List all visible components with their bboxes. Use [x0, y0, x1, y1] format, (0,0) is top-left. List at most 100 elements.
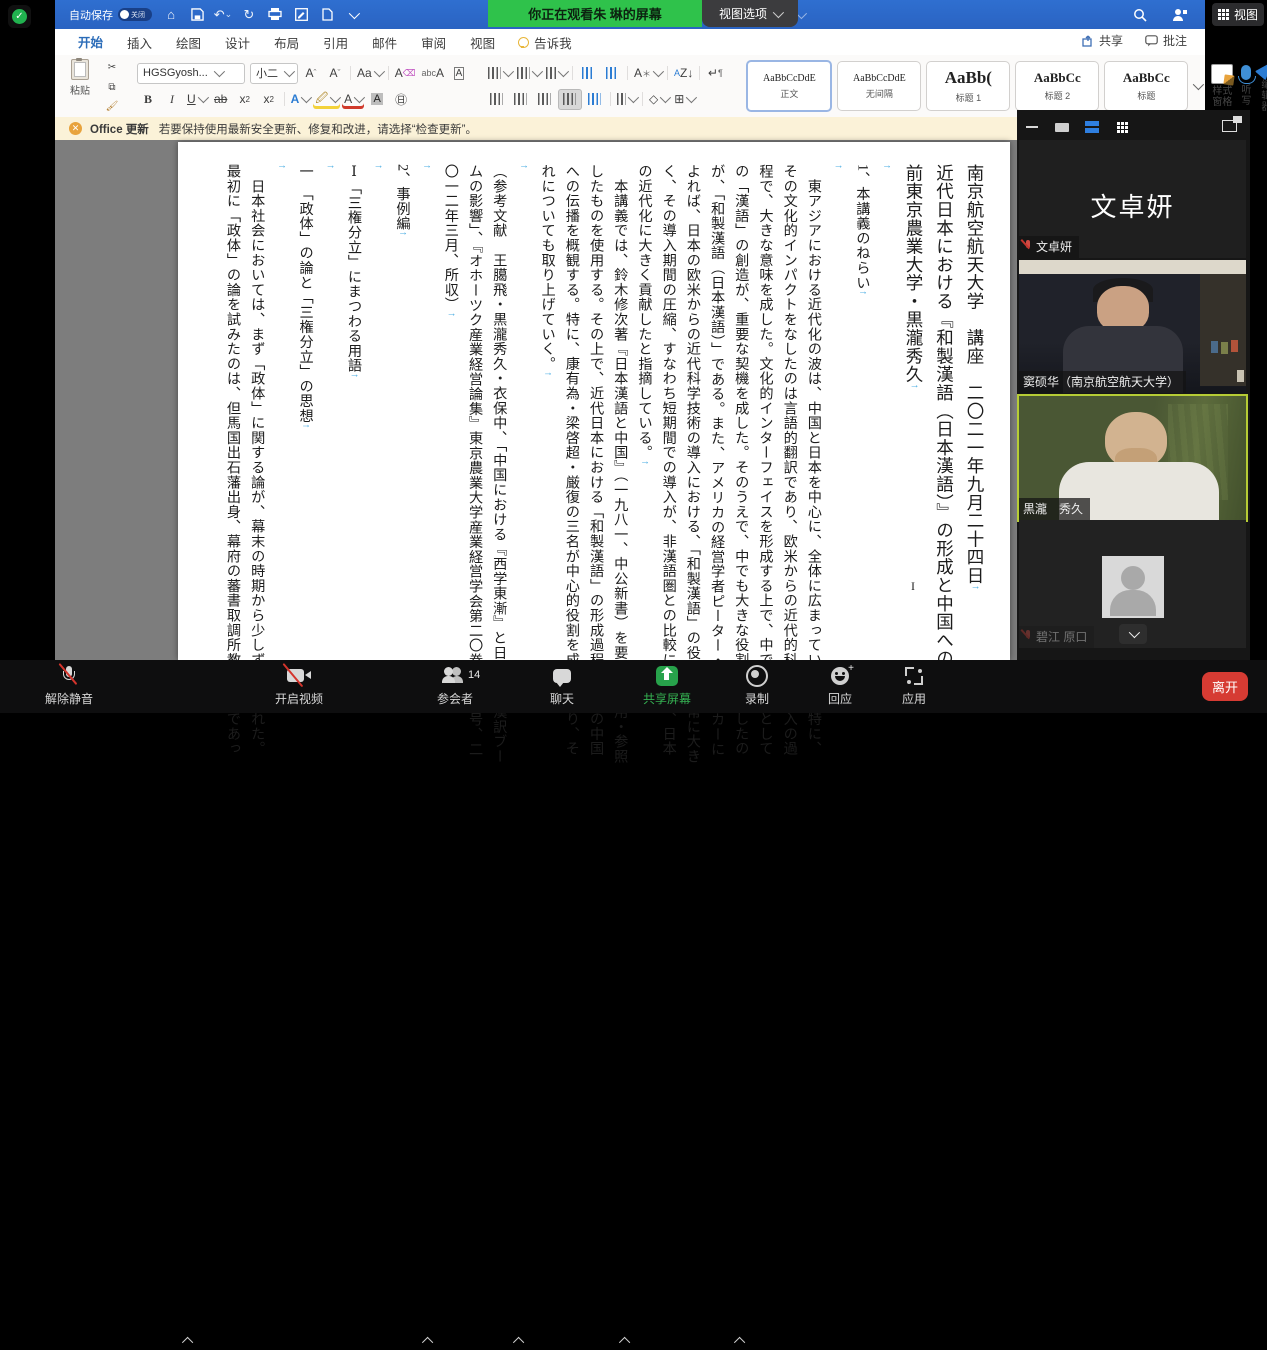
style-heading2[interactable]: AaBbCc标题 2 [1015, 61, 1099, 111]
italic-icon[interactable]: I [161, 90, 183, 109]
clear-format-icon[interactable]: A⌫ [393, 64, 418, 83]
change-case-icon[interactable]: Aa [355, 64, 384, 83]
share-caret[interactable] [737, 1332, 745, 1350]
participants-button[interactable]: 14 参会者 [437, 665, 473, 707]
distribute-icon[interactable] [584, 90, 606, 109]
bullets-icon[interactable] [486, 64, 513, 83]
paragraph-mark-icon: ↑ [301, 423, 312, 428]
phonetic-guide-icon[interactable]: abcA [419, 64, 446, 83]
collapse-strip-button[interactable] [1119, 624, 1147, 644]
participants-caret[interactable] [516, 1332, 524, 1350]
bold-icon[interactable]: B [137, 90, 159, 109]
more-commands-icon[interactable] [343, 6, 363, 24]
align-left-icon[interactable] [486, 90, 508, 109]
search-icon[interactable] [1130, 6, 1150, 24]
shading-icon[interactable]: ◇ [647, 90, 670, 109]
minimize-panel-icon[interactable] [1023, 119, 1041, 135]
multilevel-list-icon[interactable] [544, 64, 568, 83]
print-icon[interactable] [265, 6, 285, 24]
line-spacing-icon[interactable] [615, 90, 638, 109]
strip-view-icon[interactable] [1083, 119, 1101, 135]
editor-button[interactable]: 编辑器 [1259, 55, 1267, 117]
document-page[interactable]: 南京航空航天大学 講座 二〇二一年九月二十四日↑近代日本における『和製漢語（日本… [178, 142, 1010, 660]
underline-icon[interactable]: U [185, 90, 208, 109]
superscript-icon[interactable]: x2 [258, 90, 280, 109]
font-size-select[interactable]: 小二 [250, 63, 298, 84]
decrease-indent-icon[interactable] [577, 64, 599, 83]
justify-icon[interactable] [558, 89, 582, 110]
zoom-view-button[interactable]: 视图 [1212, 3, 1264, 26]
style-normal[interactable]: AaBbCcDdE正文 [746, 60, 832, 112]
sort-icon[interactable]: AZ↓ [672, 64, 695, 83]
text-effects-icon[interactable]: A [289, 90, 312, 109]
chat-button[interactable]: 聊天 [550, 665, 574, 707]
apps-button[interactable]: 应用 [902, 665, 926, 707]
font-name-select[interactable]: HGSGyosh... [137, 63, 245, 84]
grow-font-icon[interactable]: Aˆ [300, 64, 322, 83]
style-title[interactable]: AaBbCc标题 [1104, 61, 1188, 111]
tab-insert[interactable]: 插入 [126, 29, 153, 56]
tab-references[interactable]: 引用 [322, 29, 349, 56]
style-no-spacing[interactable]: AaBbCcDdE无间隔 [837, 61, 921, 111]
record-button[interactable]: 录制 [745, 665, 769, 707]
participant-video[interactable]: 窦硕华（南京航空航天大学） [1019, 260, 1246, 393]
participant-tile[interactable]: 碧江 原口 [1019, 520, 1246, 648]
contact-icon[interactable] [1170, 6, 1190, 24]
dictate-button[interactable]: 听写 [1241, 55, 1251, 117]
style-heading1[interactable]: AaBb(标题 1 [926, 61, 1010, 111]
tab-review[interactable]: 审阅 [420, 29, 447, 56]
cut-icon[interactable]: ✂ [101, 61, 123, 74]
participant-tile[interactable]: 文卓妍 文卓妍 [1019, 140, 1246, 258]
tell-me[interactable]: 告诉我 [518, 33, 572, 52]
shrink-font-icon[interactable]: Aˇ [324, 64, 346, 83]
autosave-toggle[interactable]: 自动保存 关闭 [69, 7, 152, 23]
chat-caret[interactable] [622, 1332, 630, 1350]
gallery-view-icon[interactable] [1113, 119, 1131, 135]
save-icon[interactable] [187, 6, 207, 24]
highlight-icon[interactable]: 🖉︎ [313, 90, 340, 109]
show-marks-icon[interactable]: ↵¶ [704, 64, 726, 83]
subscript-icon[interactable]: x2 [234, 90, 256, 109]
unmute-button[interactable]: 解除静音 [45, 665, 93, 707]
font-color-icon[interactable]: A [342, 90, 364, 109]
speaker-view-icon[interactable] [1053, 119, 1071, 135]
increase-indent-icon[interactable] [601, 64, 623, 83]
copy-icon[interactable]: ⧉ [101, 81, 123, 94]
tab-mailings[interactable]: 邮件 [371, 29, 398, 56]
char-border-icon[interactable]: A [448, 64, 470, 83]
reactions-button[interactable]: + 回应 [828, 665, 852, 707]
undo-icon[interactable]: ↶⌄ [213, 6, 233, 24]
view-options-dropdown[interactable]: 视图选项 [702, 0, 798, 27]
strikethrough-icon[interactable]: ab [210, 90, 232, 109]
video-options-caret[interactable] [425, 1332, 433, 1350]
tab-layout[interactable]: 布局 [273, 29, 300, 56]
char-shading-icon[interactable]: A [366, 90, 388, 109]
tab-draw[interactable]: 绘图 [175, 29, 202, 56]
align-right-icon[interactable] [534, 90, 556, 109]
popout-icon[interactable] [1222, 116, 1242, 132]
home-icon[interactable]: ⌂ [161, 6, 181, 24]
align-center-icon[interactable] [510, 90, 532, 109]
paste-button[interactable]: 粘贴 [63, 59, 97, 115]
start-video-button[interactable]: 开启视频 [275, 665, 323, 707]
share-button[interactable]: 共享 [1082, 32, 1123, 49]
numbering-icon[interactable] [515, 64, 542, 83]
enclose-char-icon[interactable]: ㊐ [390, 90, 412, 109]
mic-options-caret[interactable] [185, 1332, 193, 1350]
active-participant-video[interactable]: 黒瀧 秀久 [1017, 394, 1248, 522]
new-doc-icon[interactable] [317, 6, 337, 24]
more-styles-icon[interactable] [1193, 79, 1204, 90]
asian-layout-icon[interactable]: A＊ [632, 64, 663, 83]
draw-icon[interactable] [291, 6, 311, 24]
leave-button[interactable]: 离开 [1202, 672, 1248, 701]
tab-design[interactable]: 设计 [224, 29, 251, 56]
borders-icon[interactable]: ⊞ [672, 90, 696, 109]
tab-view[interactable]: 视图 [469, 29, 496, 56]
style-pane-button[interactable]: 样式窗格 [1211, 55, 1233, 117]
paragraph-mark-icon: ↑ [857, 290, 868, 295]
share-screen-button[interactable]: 共享屏幕 [643, 665, 691, 707]
format-painter-icon[interactable]: 🖌︎ [101, 100, 123, 113]
redo-icon[interactable]: ↻ [239, 6, 259, 24]
comments-button[interactable]: 批注 [1145, 32, 1187, 49]
tab-home[interactable]: 开始 [77, 28, 104, 57]
